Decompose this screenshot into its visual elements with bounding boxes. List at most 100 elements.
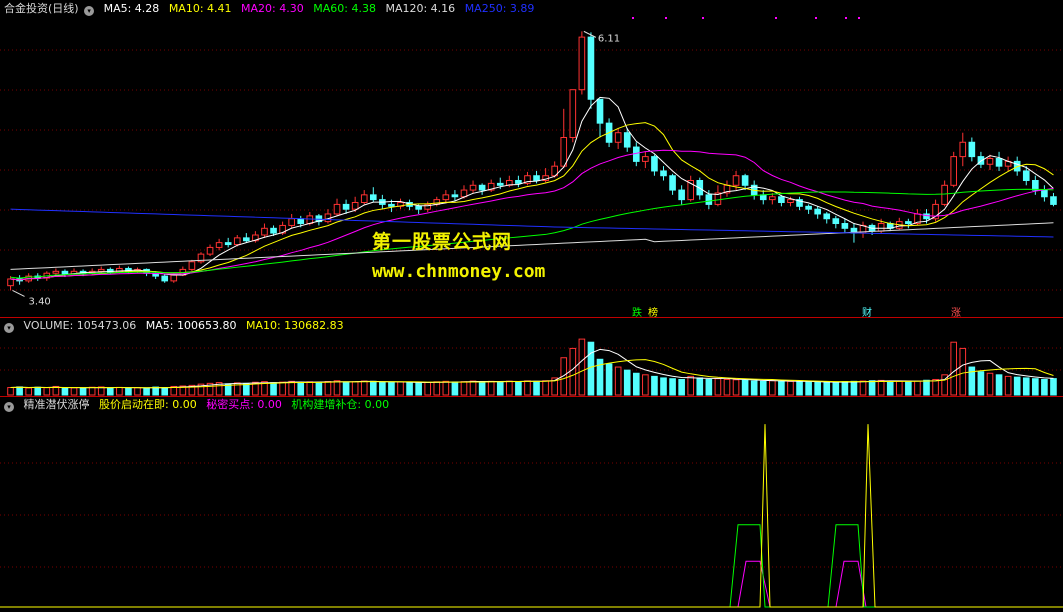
volume-ma10-label: MA10: 130682.83 [245,319,344,332]
candle-body [632,146,640,162]
volume-bar [877,379,885,396]
volume-bar [442,380,450,396]
volume-bar [25,387,32,396]
volume-bar [796,381,803,396]
volume-bar [669,378,676,396]
volume-bar [460,381,468,396]
candle-body [823,213,831,220]
candle-body [496,182,504,186]
volume-bar [279,381,286,396]
candle-body [596,98,604,124]
price-panel[interactable]: 合金投资(日线) ▾ MA5: 4.28 MA10: 4.41 MA20: 4.… [0,0,1063,319]
volume-bar [859,380,867,396]
volume-bar [506,380,513,396]
indicator-chart[interactable] [0,397,1063,612]
indicator-panel[interactable]: ▾ 精准潜伏涨停 股价启动在即: 0.00 秘密买点: 0.00 机构建增补仓:… [0,397,1063,612]
volume-bar [424,381,432,396]
candle-body [578,36,586,91]
candle-body [877,223,885,232]
volume-bar [723,378,731,396]
indicator-header: ▾ 精准潜伏涨停 股价启动在即: 0.00 秘密买点: 0.00 机构建增补仓:… [4,398,395,412]
volume-bar [533,380,540,396]
candle-body [614,132,622,143]
volume-settings-icon[interactable]: ▾ [4,323,14,333]
volume-bar [905,381,912,396]
volume-bar [750,380,758,396]
volume-bar [315,382,323,396]
event-marker [815,17,817,19]
candle-body [233,237,241,246]
volume-bar [805,381,812,396]
volume-bar [134,387,141,396]
volume-bar [515,380,522,396]
candle-body [61,270,69,275]
annotation-die[interactable]: 跌 [632,304,642,319]
candle-body [478,184,486,191]
indicator-name[interactable]: 精准潜伏涨停 [24,398,90,411]
candle-body [805,205,812,210]
event-marker [845,17,847,19]
candle-body [469,184,477,191]
candle-body [188,261,196,270]
annotation-cai[interactable]: 财 [862,304,872,319]
candle-body [515,180,522,184]
ma60-label: MA60: 4.38 [313,2,376,15]
volume-bar [578,338,586,396]
watermark-url: www.chnmoney.com [372,261,546,282]
candle-body [814,208,821,215]
volume-bar [324,380,332,396]
settings-circle-icon[interactable]: ▾ [84,6,95,16]
volume-bar [651,375,658,396]
panel-divider [0,396,1063,397]
annotation-bang[interactable]: 榜 [648,304,658,319]
secret-buy-line [0,560,1063,608]
ma250-label: MA250: 3.89 [464,2,535,15]
institution-add-line [0,524,1063,608]
volume-bar [243,383,250,396]
volume-bar [496,381,504,396]
candle-body [623,132,631,148]
candle-body [97,268,105,272]
volume-bar [433,381,441,396]
stock-title[interactable]: 合金投资(日线) [4,2,79,15]
volume-bar [732,379,740,396]
candle-body [569,89,577,138]
candle-body [442,194,450,201]
candle-body [669,175,676,191]
indicator-settings-icon[interactable]: ▾ [4,402,14,412]
candle-body [705,194,713,205]
volume-bar [469,380,477,396]
volume-bar [542,380,549,396]
candle-body [52,270,60,274]
candle-body [678,189,685,201]
candle-body [388,203,395,207]
volume-bar [977,371,985,396]
volume-bar [850,380,858,396]
candle-body [270,227,277,234]
candle-body [832,218,840,225]
volume-bar [524,380,531,396]
panel-divider [0,317,1063,318]
volume-bar [923,379,930,396]
ma20-label: MA20: 4.30 [241,2,304,15]
ma5-line [10,96,1054,281]
volume-bar [569,347,577,396]
annotation-zhang[interactable]: 涨 [951,304,961,319]
volume-panel[interactable]: ▾ VOLUME: 105473.06 MA5: 100653.80 MA10:… [0,318,1063,398]
volume-ma5-label: MA5: 100653.80 [145,319,237,332]
ma10-label: MA10: 4.41 [168,2,232,15]
candle-body [995,158,1003,167]
indicator-s2-label: 秘密买点: 0.00 [206,398,282,411]
volume-bar [333,380,341,396]
candle-body [787,199,794,203]
volume-bar [478,381,486,396]
volume-bar [778,380,785,396]
volume-header: ▾ VOLUME: 105473.06 MA5: 100653.80 MA10:… [4,319,350,333]
low-pointer [12,289,25,297]
event-marker [632,17,634,19]
volume-bar [34,386,42,396]
ma10-line [10,122,1054,281]
candle-body [288,218,295,226]
candle-body [642,156,649,162]
volume-bar [351,381,359,396]
